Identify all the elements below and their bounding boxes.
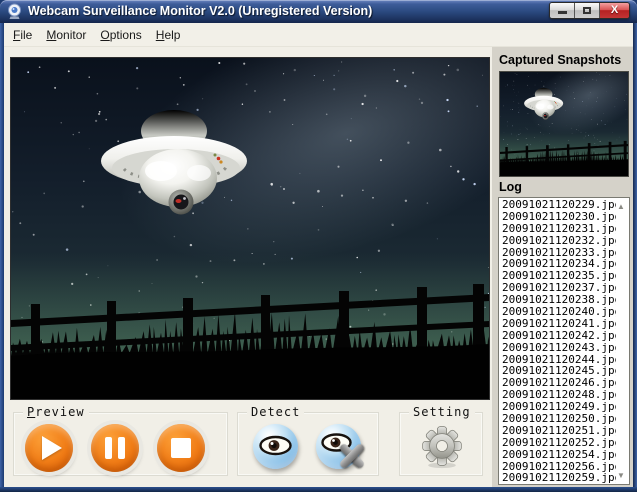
pause-button[interactable] xyxy=(91,424,139,472)
app-icon xyxy=(6,3,23,20)
menu-item-options[interactable]: Options xyxy=(93,26,148,44)
setting-group-label: Setting xyxy=(409,405,475,419)
log-entry[interactable]: 20091021120241.jpg xyxy=(499,318,616,330)
detect-group: Detect xyxy=(237,412,379,476)
log-entry[interactable]: 20091021120251.jpg xyxy=(499,425,616,437)
log-entry[interactable]: 20091021120246.jpg xyxy=(499,377,616,389)
stop-icon xyxy=(171,438,191,458)
log-entry[interactable]: 20091021120230.jpg xyxy=(499,211,616,223)
right-panel: Captured Snapshots xyxy=(492,47,633,487)
preview-group: Preview xyxy=(13,412,228,476)
log-header: Log xyxy=(499,180,522,194)
log-entry[interactable]: 20091021120248.jpg xyxy=(499,389,616,401)
log-entry[interactable]: 20091021120244.jpg xyxy=(499,354,616,366)
menu-item-file[interactable]: File xyxy=(6,26,39,44)
close-icon: X xyxy=(600,3,629,18)
log-entry[interactable]: 20091021120243.jpg xyxy=(499,342,616,354)
log-entry[interactable]: 20091021120229.jpg xyxy=(499,199,616,211)
log-entry[interactable]: 20091021120233.jpg xyxy=(499,247,616,259)
window-border-bottom xyxy=(0,487,637,492)
preview-group-label: Preview xyxy=(23,405,89,419)
log-list[interactable]: 20091021120229.jpg20091021120230.jpg2009… xyxy=(498,197,630,485)
settings-button[interactable] xyxy=(419,421,465,471)
captured-snapshots-header: Captured Snapshots xyxy=(499,53,621,67)
detection-on-button[interactable] xyxy=(253,424,298,469)
scroll-down-arrow[interactable]: ▼ xyxy=(616,471,626,480)
snapshot-thumbnail[interactable] xyxy=(499,71,629,177)
detection-off-button[interactable] xyxy=(316,424,361,469)
setting-group: Setting xyxy=(399,412,483,476)
eye-icon xyxy=(253,424,298,469)
window-border-right xyxy=(633,23,637,492)
log-entry[interactable]: 20091021120245.jpg xyxy=(499,365,616,377)
x-mark-icon xyxy=(336,440,368,472)
minimize-button[interactable] xyxy=(550,3,575,18)
menu-item-help[interactable]: Help xyxy=(149,26,188,44)
log-entry[interactable]: 20091021120256.jpg xyxy=(499,461,616,473)
maximize-button[interactable] xyxy=(575,3,600,18)
scroll-up-arrow[interactable]: ▲ xyxy=(616,202,626,211)
menubar: File Monitor Options Help xyxy=(4,23,633,47)
log-entry[interactable]: 20091021120231.jpg xyxy=(499,223,616,235)
log-entry[interactable]: 20091021120252.jpg xyxy=(499,437,616,449)
window-title: Webcam Surveillance Monitor V2.0 (Unregi… xyxy=(28,4,372,18)
close-button[interactable]: X xyxy=(600,3,629,18)
titlebar: Webcam Surveillance Monitor V2.0 (Unregi… xyxy=(0,0,637,23)
log-entry[interactable]: 20091021120250.jpg xyxy=(499,413,616,425)
detect-group-label: Detect xyxy=(247,405,304,419)
menu-item-monitor[interactable]: Monitor xyxy=(39,26,93,44)
log-entry[interactable]: 20091021120238.jpg xyxy=(499,294,616,306)
log-entry[interactable]: 20091021120249.jpg xyxy=(499,401,616,413)
maximize-icon xyxy=(583,7,591,14)
play-icon xyxy=(42,436,62,460)
window-controls: X xyxy=(549,2,630,19)
log-entry[interactable]: 20091021120254.jpg xyxy=(499,449,616,461)
app-window: Webcam Surveillance Monitor V2.0 (Unregi… xyxy=(0,0,637,492)
log-entry[interactable]: 20091021120259.jpg xyxy=(499,472,616,484)
stop-button[interactable] xyxy=(157,424,205,472)
log-entry[interactable]: 20091021120237.jpg xyxy=(499,282,616,294)
log-entry[interactable]: 20091021120242.jpg xyxy=(499,330,616,342)
gear-icon xyxy=(419,421,465,471)
pause-icon xyxy=(105,437,112,459)
log-entry[interactable]: 20091021120240.jpg xyxy=(499,306,616,318)
log-entry[interactable]: 20091021120234.jpg xyxy=(499,258,616,270)
log-entry[interactable]: 20091021120235.jpg xyxy=(499,270,616,282)
minimize-icon xyxy=(558,11,567,14)
play-button[interactable] xyxy=(25,424,73,472)
webcam-video-feed xyxy=(10,57,490,400)
log-entry[interactable]: 20091021120232.jpg xyxy=(499,235,616,247)
